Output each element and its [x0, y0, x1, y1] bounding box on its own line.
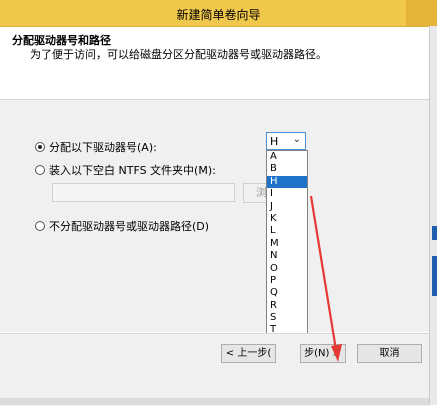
- drive-letter-option[interactable]: R: [267, 300, 307, 312]
- selected-drive-letter: H: [270, 135, 279, 148]
- title-bar: 新建简单卷向导: [0, 0, 437, 27]
- wizard-header: 分配驱动器号和路径 为了便于访问，可以给磁盘分区分配驱动器号或驱动器路径。: [0, 27, 429, 100]
- window-bottom-edge: [0, 398, 429, 405]
- window-title: 新建简单卷向导: [176, 8, 261, 22]
- option-assign-letter[interactable]: 分配以下驱动器号(A):: [35, 139, 157, 155]
- wizard-body: [0, 100, 429, 332]
- folder-path-input[interactable]: [52, 183, 235, 202]
- mount-folder-label: 装入以下空白 NTFS 文件夹中(M):: [49, 164, 216, 177]
- drive-letter-option[interactable]: K: [267, 213, 307, 225]
- background-window-strip: [429, 26, 437, 405]
- back-button[interactable]: < 上一步(: [221, 344, 276, 363]
- drive-letter-option[interactable]: M: [267, 238, 307, 250]
- drive-letter-option[interactable]: S: [267, 312, 307, 324]
- background-marker: [432, 256, 437, 296]
- mount-folder-radio[interactable]: [35, 165, 45, 175]
- drive-letter-option[interactable]: B: [267, 163, 307, 175]
- assign-letter-radio[interactable]: [35, 142, 45, 152]
- drive-letter-option[interactable]: O: [267, 263, 307, 275]
- cancel-button[interactable]: 取消: [357, 344, 422, 363]
- chevron-down-icon: ⌄: [292, 134, 301, 145]
- no-assign-radio[interactable]: [35, 221, 45, 231]
- drive-letter-option[interactable]: P: [267, 275, 307, 287]
- drive-letter-option[interactable]: L: [267, 225, 307, 237]
- drive-letter-option[interactable]: N: [267, 250, 307, 262]
- assign-letter-label: 分配以下驱动器号(A):: [49, 141, 157, 154]
- drive-letter-option[interactable]: H: [267, 175, 307, 189]
- drive-letter-option[interactable]: A: [267, 151, 307, 163]
- drive-letter-option[interactable]: J: [267, 201, 307, 213]
- close-button[interactable]: [406, 0, 437, 26]
- option-no-assign[interactable]: 不分配驱动器号或驱动器路径(D): [35, 218, 209, 234]
- option-mount-folder[interactable]: 装入以下空白 NTFS 文件夹中(M):: [35, 162, 216, 178]
- next-button[interactable]: 步(N) >: [300, 344, 346, 363]
- background-marker: [432, 226, 437, 240]
- drive-letter-option[interactable]: I: [267, 188, 307, 200]
- drive-letter-option[interactable]: Q: [267, 287, 307, 299]
- no-assign-label: 不分配驱动器号或驱动器路径(D): [49, 220, 210, 233]
- page-description: 为了便于访问，可以给磁盘分区分配驱动器号或驱动器路径。: [30, 48, 327, 61]
- drive-letter-select[interactable]: H ⌄: [266, 132, 306, 150]
